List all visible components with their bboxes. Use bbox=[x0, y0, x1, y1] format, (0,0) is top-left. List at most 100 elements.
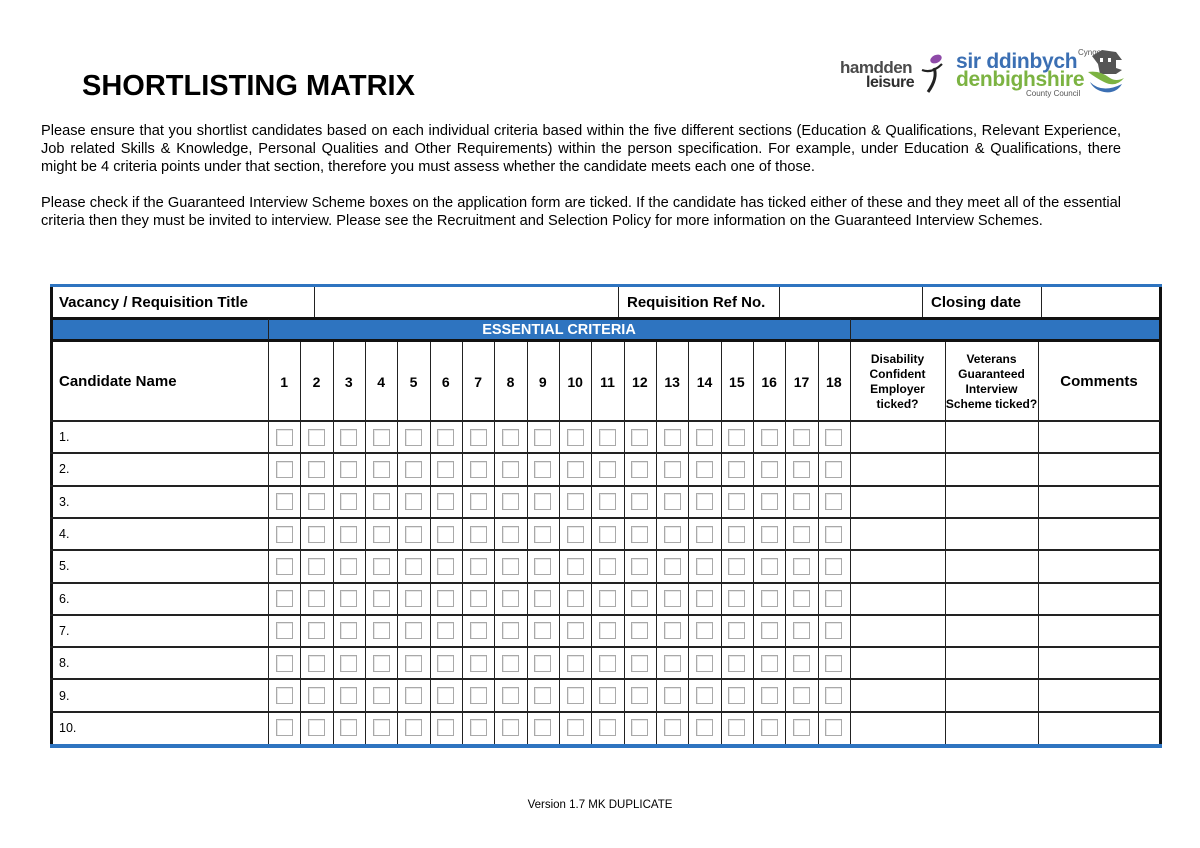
criteria-checkbox[interactable] bbox=[696, 687, 713, 705]
criteria-checkbox[interactable] bbox=[793, 428, 810, 446]
criteria-checkbox[interactable] bbox=[631, 525, 649, 543]
closing-date-field[interactable] bbox=[1041, 287, 1159, 318]
candidate-name-field[interactable]: 5. bbox=[50, 550, 268, 582]
criteria-checkbox[interactable] bbox=[372, 525, 390, 543]
criteria-checkbox[interactable] bbox=[308, 493, 325, 511]
criteria-checkbox[interactable] bbox=[308, 525, 325, 543]
criteria-checkbox[interactable] bbox=[502, 460, 519, 478]
criteria-checkbox[interactable] bbox=[599, 590, 616, 608]
veterans-field[interactable] bbox=[945, 647, 1038, 679]
disability-field[interactable] bbox=[850, 486, 945, 518]
disability-field[interactable] bbox=[850, 550, 945, 582]
criteria-checkbox[interactable] bbox=[405, 525, 422, 543]
criteria-checkbox[interactable] bbox=[308, 590, 325, 608]
criteria-checkbox[interactable] bbox=[275, 460, 293, 478]
criteria-checkbox[interactable] bbox=[760, 493, 778, 511]
criteria-checkbox[interactable] bbox=[566, 622, 584, 640]
criteria-checkbox[interactable] bbox=[469, 460, 487, 478]
criteria-checkbox[interactable] bbox=[534, 428, 552, 446]
criteria-checkbox[interactable] bbox=[825, 460, 843, 478]
criteria-checkbox[interactable] bbox=[728, 719, 746, 737]
criteria-checkbox[interactable] bbox=[502, 654, 519, 672]
criteria-checkbox[interactable] bbox=[663, 525, 681, 543]
criteria-checkbox[interactable] bbox=[728, 557, 746, 575]
criteria-checkbox[interactable] bbox=[372, 719, 390, 737]
criteria-checkbox[interactable] bbox=[502, 687, 519, 705]
candidate-name-field[interactable]: 3. bbox=[50, 486, 268, 518]
candidate-name-field[interactable]: 6. bbox=[50, 583, 268, 615]
criteria-checkbox[interactable] bbox=[825, 557, 843, 575]
criteria-checkbox[interactable] bbox=[340, 525, 358, 543]
criteria-checkbox[interactable] bbox=[599, 654, 616, 672]
criteria-checkbox[interactable] bbox=[502, 525, 519, 543]
veterans-field[interactable] bbox=[945, 550, 1038, 582]
comments-field[interactable] bbox=[1038, 647, 1160, 679]
criteria-checkbox[interactable] bbox=[793, 525, 810, 543]
criteria-checkbox[interactable] bbox=[405, 654, 422, 672]
criteria-checkbox[interactable] bbox=[469, 428, 487, 446]
criteria-checkbox[interactable] bbox=[825, 525, 843, 543]
criteria-checkbox[interactable] bbox=[275, 557, 293, 575]
requisition-ref-field[interactable] bbox=[779, 287, 922, 318]
criteria-checkbox[interactable] bbox=[728, 428, 746, 446]
disability-field[interactable] bbox=[850, 712, 945, 744]
criteria-checkbox[interactable] bbox=[405, 687, 422, 705]
criteria-checkbox[interactable] bbox=[340, 687, 358, 705]
criteria-checkbox[interactable] bbox=[275, 525, 293, 543]
criteria-checkbox[interactable] bbox=[663, 687, 681, 705]
criteria-checkbox[interactable] bbox=[340, 460, 358, 478]
criteria-checkbox[interactable] bbox=[631, 719, 649, 737]
criteria-checkbox[interactable] bbox=[340, 557, 358, 575]
criteria-checkbox[interactable] bbox=[728, 493, 746, 511]
criteria-checkbox[interactable] bbox=[631, 654, 649, 672]
criteria-checkbox[interactable] bbox=[469, 590, 487, 608]
criteria-checkbox[interactable] bbox=[340, 493, 358, 511]
comments-field[interactable] bbox=[1038, 712, 1160, 744]
comments-field[interactable] bbox=[1038, 615, 1160, 647]
criteria-checkbox[interactable] bbox=[760, 428, 778, 446]
criteria-checkbox[interactable] bbox=[566, 525, 584, 543]
criteria-checkbox[interactable] bbox=[437, 428, 455, 446]
disability-field[interactable] bbox=[850, 518, 945, 550]
criteria-checkbox[interactable] bbox=[340, 719, 358, 737]
criteria-checkbox[interactable] bbox=[599, 622, 616, 640]
criteria-checkbox[interactable] bbox=[599, 525, 616, 543]
criteria-checkbox[interactable] bbox=[437, 687, 455, 705]
criteria-checkbox[interactable] bbox=[566, 428, 584, 446]
criteria-checkbox[interactable] bbox=[437, 719, 455, 737]
candidate-name-field[interactable]: 8. bbox=[50, 647, 268, 679]
criteria-checkbox[interactable] bbox=[696, 719, 713, 737]
criteria-checkbox[interactable] bbox=[760, 460, 778, 478]
criteria-checkbox[interactable] bbox=[534, 557, 552, 575]
veterans-field[interactable] bbox=[945, 453, 1038, 485]
veterans-field[interactable] bbox=[945, 421, 1038, 453]
comments-field[interactable] bbox=[1038, 583, 1160, 615]
candidate-name-field[interactable]: 2. bbox=[50, 453, 268, 485]
criteria-checkbox[interactable] bbox=[437, 654, 455, 672]
criteria-checkbox[interactable] bbox=[663, 493, 681, 511]
veterans-field[interactable] bbox=[945, 518, 1038, 550]
criteria-checkbox[interactable] bbox=[696, 428, 713, 446]
criteria-checkbox[interactable] bbox=[534, 493, 552, 511]
criteria-checkbox[interactable] bbox=[631, 493, 649, 511]
criteria-checkbox[interactable] bbox=[825, 622, 843, 640]
criteria-checkbox[interactable] bbox=[469, 493, 487, 511]
comments-field[interactable] bbox=[1038, 679, 1160, 711]
criteria-checkbox[interactable] bbox=[696, 493, 713, 511]
criteria-checkbox[interactable] bbox=[599, 687, 616, 705]
criteria-checkbox[interactable] bbox=[372, 654, 390, 672]
disability-field[interactable] bbox=[850, 615, 945, 647]
criteria-checkbox[interactable] bbox=[566, 557, 584, 575]
criteria-checkbox[interactable] bbox=[599, 428, 616, 446]
comments-field[interactable] bbox=[1038, 486, 1160, 518]
criteria-checkbox[interactable] bbox=[308, 622, 325, 640]
criteria-checkbox[interactable] bbox=[696, 622, 713, 640]
disability-field[interactable] bbox=[850, 421, 945, 453]
criteria-checkbox[interactable] bbox=[663, 557, 681, 575]
criteria-checkbox[interactable] bbox=[372, 493, 390, 511]
disability-field[interactable] bbox=[850, 583, 945, 615]
criteria-checkbox[interactable] bbox=[534, 622, 552, 640]
criteria-checkbox[interactable] bbox=[631, 687, 649, 705]
criteria-checkbox[interactable] bbox=[275, 654, 293, 672]
criteria-checkbox[interactable] bbox=[663, 460, 681, 478]
